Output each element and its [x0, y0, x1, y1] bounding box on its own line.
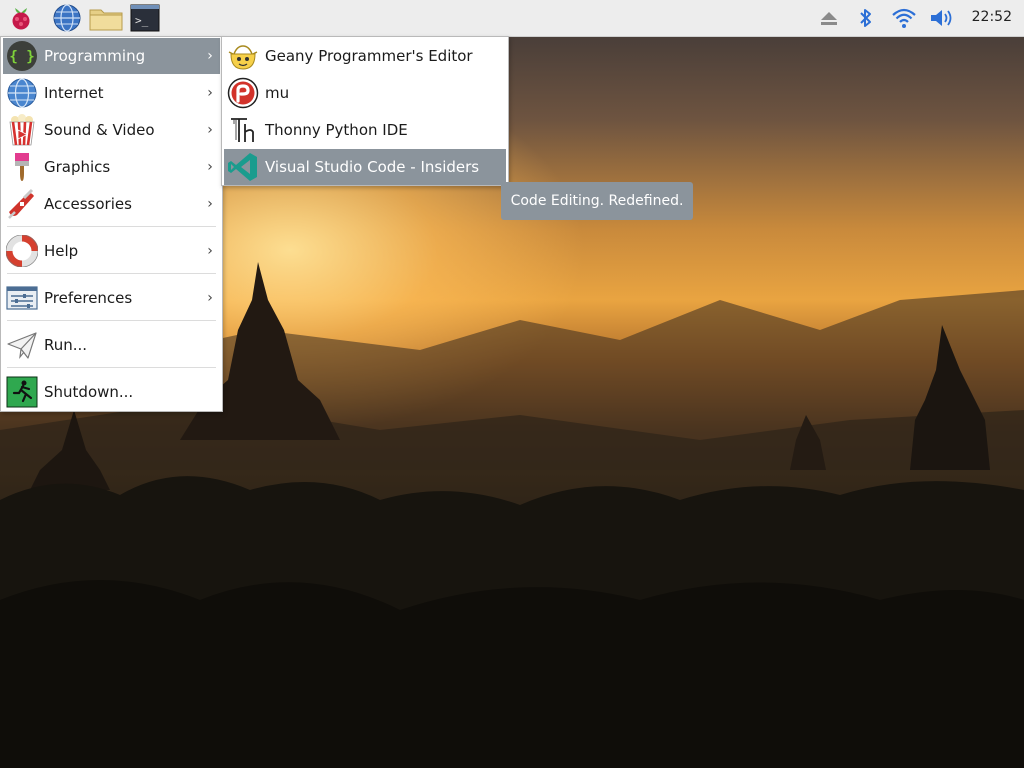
bluetooth-button[interactable]	[856, 6, 876, 30]
paintbrush-icon	[15, 153, 29, 181]
menu-item-programming[interactable]: { } Programming ›	[3, 38, 220, 74]
menu-item-label: Run...	[44, 336, 88, 354]
menu-item-label: Accessories	[44, 195, 132, 213]
menu-item-label: Thonny Python IDE	[265, 121, 408, 139]
menu-item-help[interactable]: Help ›	[3, 233, 220, 269]
menu-item-geany[interactable]: Geany Programmer's Editor	[224, 38, 506, 74]
file-manager-icon	[89, 9, 123, 31]
menu-item-sound-video[interactable]: Sound & Video ›	[3, 112, 220, 148]
menu-item-label: Shutdown...	[44, 383, 134, 401]
menu-item-label: Programming	[44, 47, 146, 65]
tooltip: Code Editing. Redefined.	[501, 182, 693, 220]
programming-icon: { }	[7, 41, 37, 71]
menu-item-mu[interactable]: mu	[224, 75, 506, 111]
svg-text:{ }: { }	[9, 49, 34, 65]
chevron-right-icon: ›	[207, 85, 213, 101]
wifi-button[interactable]	[891, 6, 917, 30]
programming-submenu: Geany Programmer's Editor mu Thonny Pyth…	[221, 36, 509, 186]
menu-item-label: Internet	[44, 84, 104, 102]
application-menu: { } Programming › Internet › Sound & Vid…	[0, 36, 223, 412]
volume-button[interactable]	[928, 6, 956, 30]
volume-icon	[931, 10, 952, 26]
eject-icon	[821, 12, 837, 25]
chevron-right-icon: ›	[207, 159, 213, 175]
thonny-icon	[231, 118, 254, 142]
menu-separator	[7, 320, 216, 321]
menu-item-thonny[interactable]: Thonny Python IDE	[224, 112, 506, 148]
menu-item-label: Geany Programmer's Editor	[265, 47, 473, 65]
menu-item-label: Visual Studio Code - Insiders	[265, 158, 480, 176]
menu-item-vscode-insiders[interactable]: Visual Studio Code - Insiders	[224, 149, 506, 185]
popcorn-icon	[9, 114, 35, 146]
chevron-right-icon: ›	[207, 290, 213, 306]
wifi-icon	[892, 8, 916, 28]
chevron-right-icon: ›	[207, 122, 213, 138]
paper-plane-icon	[7, 332, 37, 360]
svg-text:>_: >_	[135, 14, 149, 27]
vscode-icon	[228, 153, 257, 181]
menu-item-graphics[interactable]: Graphics ›	[3, 149, 220, 185]
chevron-right-icon: ›	[207, 243, 213, 259]
menu-item-label: Sound & Video	[44, 121, 155, 139]
menu-item-label: mu	[265, 84, 290, 102]
web-browser-icon	[53, 4, 81, 32]
pocketknife-icon	[8, 188, 34, 219]
menu-item-run[interactable]: Run...	[3, 327, 220, 363]
menu-item-label: Graphics	[44, 158, 111, 176]
menu-item-accessories[interactable]: Accessories ›	[3, 186, 220, 222]
menu-separator	[7, 367, 216, 368]
raspberry-menu-icon	[12, 8, 30, 30]
mu-icon	[227, 77, 259, 109]
menu-item-label: Help	[44, 242, 79, 260]
taskbar: >_ 22:52	[0, 0, 1024, 37]
tooltip-text: Code Editing. Redefined.	[510, 193, 684, 209]
menu-separator	[7, 226, 216, 227]
terminal-button[interactable]: >_	[130, 3, 160, 33]
web-browser-button[interactable]	[52, 3, 82, 33]
menu-item-preferences[interactable]: Preferences ›	[3, 280, 220, 316]
preferences-icon	[6, 286, 38, 310]
raspberry-menu-button[interactable]	[6, 3, 36, 33]
menu-separator	[7, 273, 216, 274]
geany-icon	[228, 45, 258, 70]
menu-item-label: Preferences	[44, 289, 133, 307]
chevron-right-icon: ›	[207, 48, 213, 64]
eject-button[interactable]	[818, 6, 840, 30]
menu-item-internet[interactable]: Internet ›	[3, 75, 220, 111]
bluetooth-icon	[860, 9, 871, 27]
exit-icon	[6, 376, 38, 408]
clock[interactable]: 22:52	[972, 9, 1012, 25]
terminal-icon: >_	[130, 4, 160, 32]
file-manager-button[interactable]	[88, 3, 124, 33]
menu-item-shutdown[interactable]: Shutdown...	[3, 374, 220, 410]
globe-icon	[7, 78, 37, 108]
chevron-right-icon: ›	[207, 196, 213, 212]
lifebuoy-icon	[6, 235, 38, 267]
